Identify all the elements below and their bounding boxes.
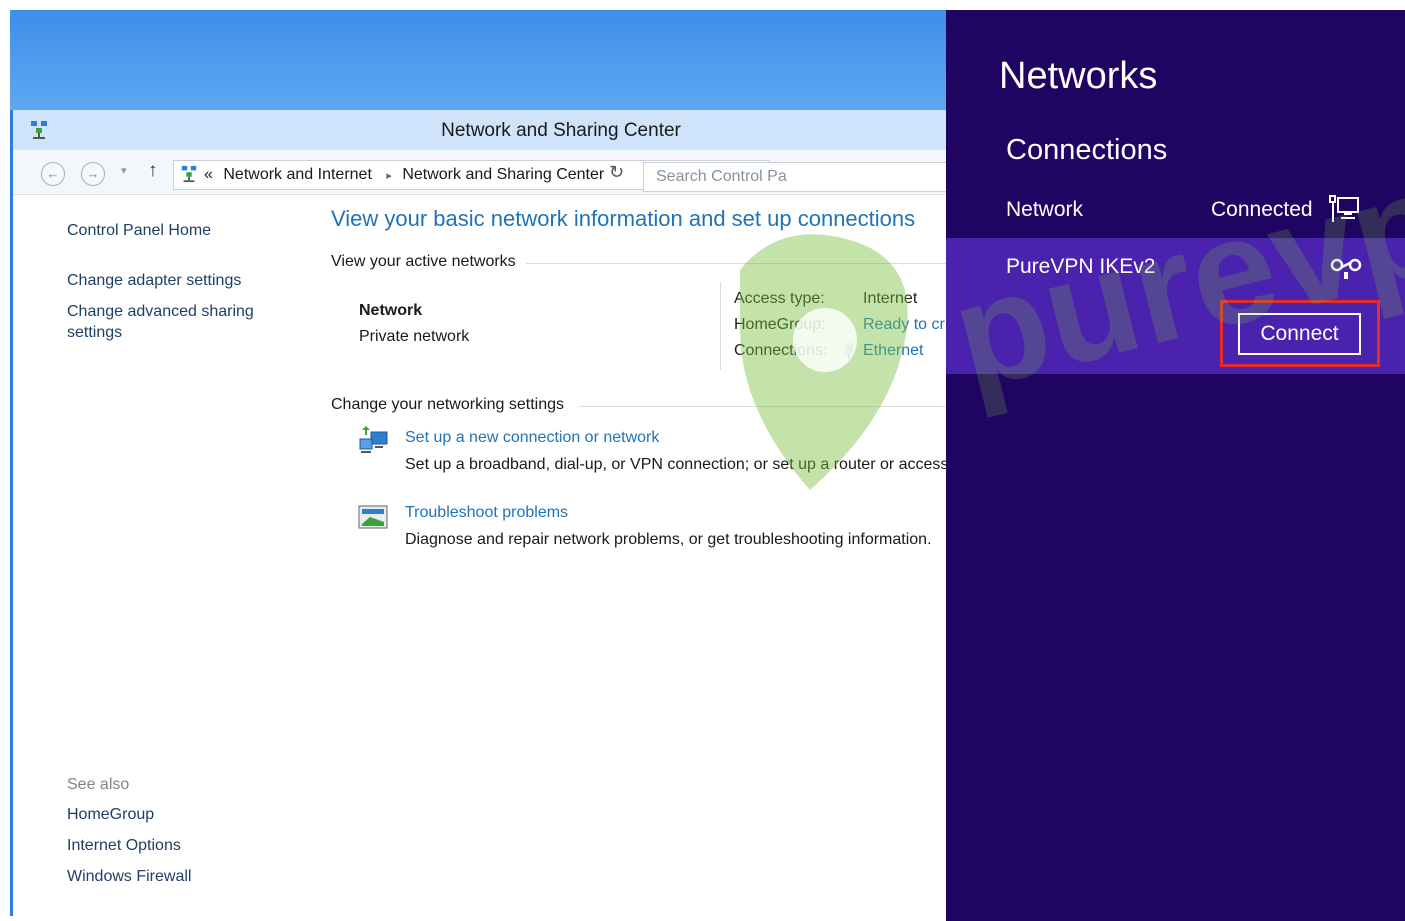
vpn-link-icon [1329, 255, 1363, 286]
connect-button[interactable]: Connect [1238, 313, 1361, 355]
network-connection-label[interactable]: Network [1006, 198, 1083, 222]
access-type-label: Access type: [734, 290, 825, 307]
navigation-bar: ← → ▾ ↑ « Network and Internet ▸ Network… [13, 150, 949, 195]
control-panel-home-link[interactable]: Control Panel Home [67, 222, 211, 240]
troubleshoot-desc: Diagnose and repair network problems, or… [405, 531, 932, 548]
internet-options-link[interactable]: Internet Options [67, 837, 181, 855]
change-settings-label: Change your networking settings [331, 396, 565, 413]
network-status: Connected [1211, 198, 1313, 221]
change-advanced-sharing-link-cont[interactable]: settings [67, 324, 122, 342]
troubleshoot-icon [358, 504, 390, 539]
connections-heading: Connections [1006, 134, 1168, 166]
details-divider [720, 282, 721, 370]
setup-new-connection-link[interactable]: Set up a new connection or network [405, 429, 659, 447]
vpn-connection-label[interactable]: PureVPN IKEv2 [1006, 255, 1155, 279]
search-input[interactable]: Search Control Pa [643, 162, 949, 192]
forward-button[interactable]: → [81, 162, 105, 186]
homegroup-link[interactable]: Ready to cr [863, 316, 945, 334]
window-title: Network and Sharing Center [441, 120, 681, 141]
charm-title: Networks [999, 55, 1158, 97]
control-panel-window: Network and Sharing Center ← → ▾ ↑ « Net… [10, 110, 949, 916]
window-titlebar: Network and Sharing Center [13, 110, 949, 150]
desktop-background [10, 10, 946, 110]
change-advanced-sharing-link[interactable]: Change advanced sharing [67, 303, 254, 321]
network-center-icon [180, 165, 198, 188]
search-placeholder: Search Control Pa [656, 168, 787, 185]
ethernet-icon [843, 342, 855, 365]
wired-network-icon [1328, 195, 1360, 230]
connections-label: Connections: [734, 342, 828, 359]
recent-locations-dropdown[interactable]: ▾ [121, 164, 127, 177]
networks-charm-panel: Networks Connections Network Connected P… [946, 10, 1405, 921]
back-button[interactable]: ← [41, 162, 65, 186]
see-also-label: See also [67, 776, 130, 793]
homegroup-link[interactable]: HomeGroup [67, 806, 154, 824]
refresh-icon[interactable]: ↻ [609, 162, 624, 183]
up-button[interactable]: ↑ [148, 160, 158, 182]
active-networks-label: View your active networks [331, 253, 516, 270]
left-pane: Control Panel Home Change adapter settin… [67, 194, 307, 914]
breadcrumb-overflow[interactable]: « [204, 166, 213, 183]
homegroup-label: HomeGroup: [734, 316, 826, 333]
vpn-connection-row[interactable]: PureVPN IKEv2 Connect [946, 238, 1405, 374]
network-name: Network [359, 302, 423, 319]
page-title: View your basic network information and … [331, 206, 916, 231]
breadcrumb-network-and-internet[interactable]: Network and Internet [223, 166, 372, 183]
setup-new-connection-desc: Set up a broadband, dial-up, or VPN conn… [405, 456, 949, 473]
windows-firewall-link[interactable]: Windows Firewall [67, 868, 191, 886]
ethernet-link[interactable]: Ethernet [863, 342, 923, 360]
breadcrumb-network-sharing-center[interactable]: Network and Sharing Center [402, 166, 604, 183]
change-adapter-settings-link[interactable]: Change adapter settings [67, 272, 241, 290]
access-type-value: Internet [863, 290, 918, 307]
new-connection-icon [357, 426, 391, 463]
network-type[interactable]: Private network [359, 328, 469, 346]
section-divider [526, 263, 949, 264]
troubleshoot-link[interactable]: Troubleshoot problems [405, 504, 568, 522]
section-divider [579, 406, 949, 407]
breadcrumb-separator-icon[interactable]: ▸ [386, 170, 392, 182]
